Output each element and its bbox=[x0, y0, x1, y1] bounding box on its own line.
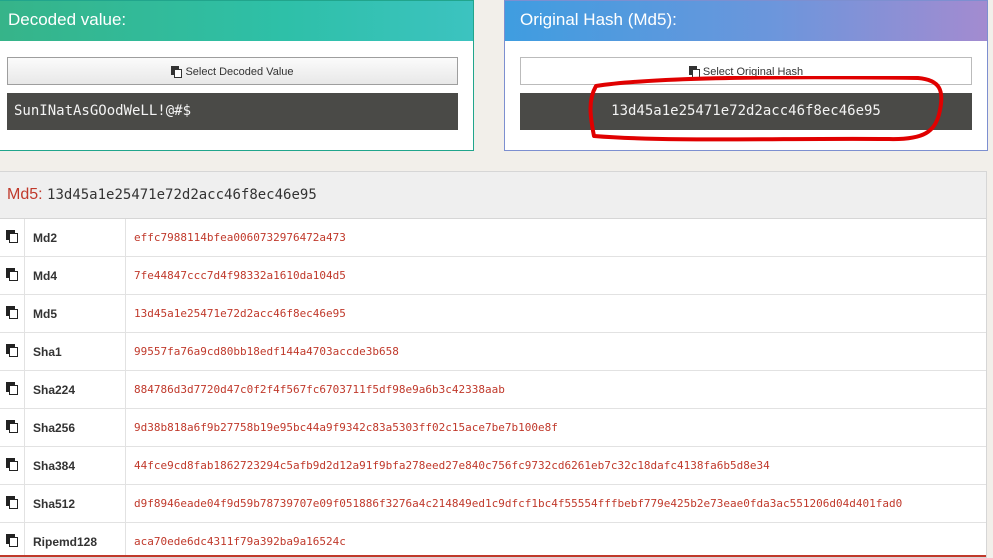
hash-value[interactable]: 99557fa76a9cd80bb18edf144a4703accde3b658 bbox=[125, 332, 986, 371]
hash-algorithm-name: Sha512 bbox=[24, 484, 126, 523]
hash-algorithm-name: Md5 bbox=[24, 294, 126, 333]
hash-table: Md2 effc7988114bfea0060732976472a473 Md4 7f… bbox=[0, 219, 986, 557]
hash-algorithm-name: Sha256 bbox=[24, 408, 126, 447]
bottom-rule bbox=[0, 555, 986, 557]
results-value[interactable]: 13d45a1e25471e72d2acc46f8ec46e95 bbox=[47, 187, 317, 203]
copy-icon[interactable] bbox=[6, 458, 18, 471]
copy-icon[interactable] bbox=[6, 306, 18, 319]
hash-value[interactable]: 9d38b818a6f9b27758b19e95bc44a9f9342c83a5… bbox=[125, 408, 986, 447]
copy-cell[interactable] bbox=[0, 446, 25, 485]
copy-icon[interactable] bbox=[6, 534, 18, 547]
select-decoded-value-button[interactable]: Select Decoded Value bbox=[7, 57, 458, 85]
copy-cell[interactable] bbox=[0, 370, 25, 409]
original-hash-title: Original Hash (Md5): bbox=[505, 1, 987, 41]
table-row: Md2 effc7988114bfea0060732976472a473 bbox=[0, 219, 986, 257]
hash-algorithm-name: Sha384 bbox=[24, 446, 126, 485]
table-row: Sha384 44fce9cd8fab1862723294c5afb9d2d12a… bbox=[0, 446, 986, 485]
copy-icon[interactable] bbox=[6, 496, 18, 509]
table-row: Sha512 d9f8946eade04f9d59b78739707e09f051… bbox=[0, 484, 986, 523]
table-row: Sha256 9d38b818a6f9b27758b19e95bc44a9f934… bbox=[0, 408, 986, 447]
hash-algorithm-name: Md4 bbox=[24, 256, 126, 295]
table-row: Ripemd128 aca70ede6dc4311f79a392ba9a16524… bbox=[0, 522, 986, 557]
copy-cell[interactable] bbox=[0, 219, 25, 257]
hash-algorithm-name: Sha1 bbox=[24, 332, 126, 371]
copy-icon bbox=[688, 66, 700, 78]
table-row: Sha1 99557fa76a9cd80bb18edf144a4703accde3… bbox=[0, 332, 986, 371]
copy-cell[interactable] bbox=[0, 484, 25, 523]
decoded-value-panel: Decoded value: Select Decoded Value SunI… bbox=[0, 0, 474, 151]
hash-value[interactable]: effc7988114bfea0060732976472a473 bbox=[125, 219, 986, 257]
hash-value[interactable]: d9f8946eade04f9d59b78739707e09f051886f32… bbox=[125, 484, 986, 523]
copy-cell[interactable] bbox=[0, 294, 25, 333]
hash-algorithm-name: Md2 bbox=[24, 219, 126, 257]
table-row: Sha224 884786d3d7720d47c0f2f4f567fc670371… bbox=[0, 370, 986, 409]
hash-results-table: Md5: 13d45a1e25471e72d2acc46f8ec46e95 Md… bbox=[0, 171, 987, 558]
hash-value[interactable]: 7fe44847ccc7d4f98332a1610da104d5 bbox=[125, 256, 986, 295]
select-decoded-value-label: Select Decoded Value bbox=[185, 66, 294, 78]
table-row: Md5 13d45a1e25471e72d2acc46f8ec46e95 bbox=[0, 294, 986, 333]
copy-cell[interactable] bbox=[0, 522, 25, 557]
copy-icon[interactable] bbox=[6, 382, 18, 395]
copy-cell[interactable] bbox=[0, 332, 25, 371]
hash-value[interactable]: 884786d3d7720d47c0f2f4f567fc6703711f5df9… bbox=[125, 370, 986, 409]
hash-value[interactable]: aca70ede6dc4311f79a392ba9a16524c bbox=[125, 522, 986, 557]
copy-icon[interactable] bbox=[6, 420, 18, 433]
copy-icon[interactable] bbox=[6, 230, 18, 243]
copy-icon[interactable] bbox=[6, 344, 18, 357]
decoded-value-output[interactable]: SunINatAsGOodWeLL!@#$ bbox=[7, 93, 458, 130]
hash-value[interactable]: 13d45a1e25471e72d2acc46f8ec46e95 bbox=[125, 294, 986, 333]
hash-algorithm-name: Ripemd128 bbox=[24, 522, 126, 557]
decoded-value-title: Decoded value: bbox=[0, 1, 473, 41]
copy-icon bbox=[171, 66, 183, 78]
copy-cell[interactable] bbox=[0, 256, 25, 295]
table-row: Md4 7fe44847ccc7d4f98332a1610da104d5 bbox=[0, 256, 986, 295]
copy-cell[interactable] bbox=[0, 408, 25, 447]
copy-icon[interactable] bbox=[6, 268, 18, 281]
hash-algorithm-name: Sha224 bbox=[24, 370, 126, 409]
results-header: Md5: 13d45a1e25471e72d2acc46f8ec46e95 bbox=[0, 172, 986, 219]
red-annotation-circle bbox=[588, 76, 944, 142]
results-label: Md5: bbox=[7, 186, 43, 203]
hash-value[interactable]: 44fce9cd8fab1862723294c5afb9d2d12a91f9bf… bbox=[125, 446, 986, 485]
